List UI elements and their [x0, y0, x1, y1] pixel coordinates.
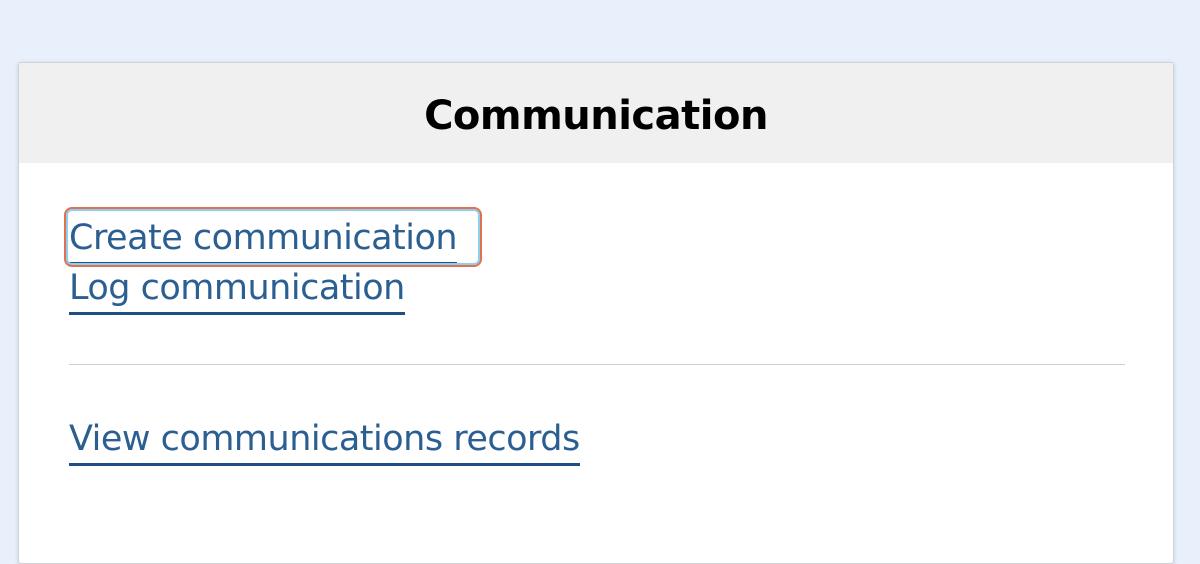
- log-communication-link[interactable]: Log communication: [69, 268, 405, 315]
- view-communications-records-link[interactable]: View communications records: [69, 419, 580, 466]
- create-communication-link[interactable]: Create communication: [69, 218, 458, 265]
- panel-header: Communication: [19, 63, 1173, 163]
- panel-title: Communication: [424, 93, 768, 139]
- divider: [69, 364, 1125, 365]
- communication-panel: Communication Create communication Log c…: [18, 62, 1174, 564]
